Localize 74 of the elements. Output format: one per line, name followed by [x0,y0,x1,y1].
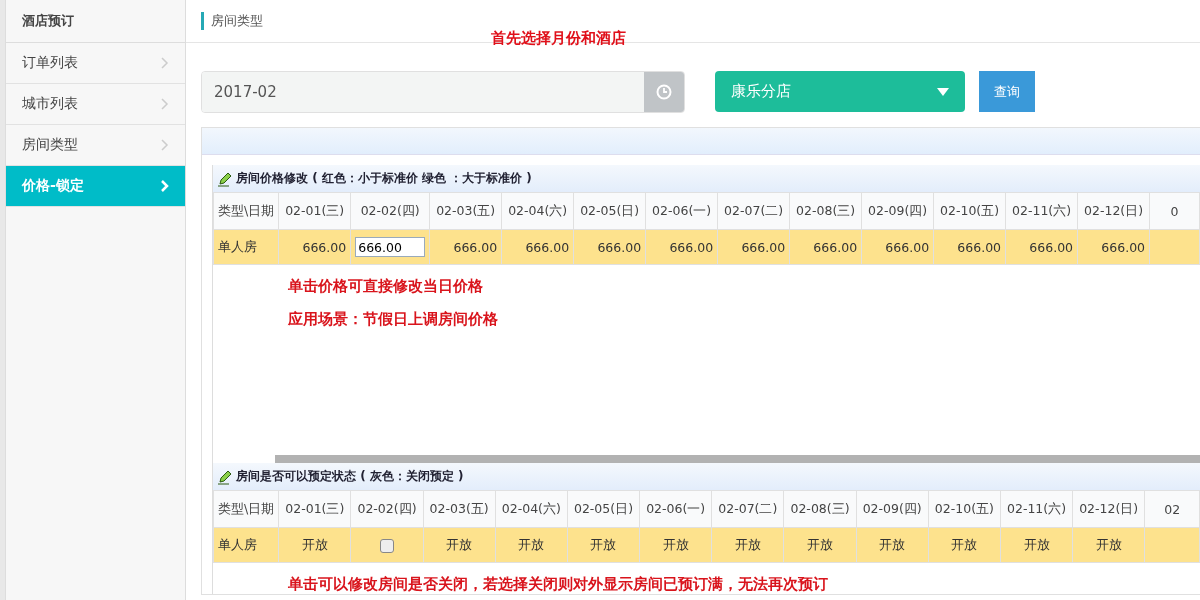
date-header: 02-05(日) [567,490,640,528]
date-header: 02-11(六) [1000,490,1073,528]
caret-icon [937,87,949,96]
price-cell[interactable]: 666.00 [501,229,574,265]
date-header: 02-03(五) [429,192,502,230]
annotation-text: 首先选择月份和酒店 [491,29,626,48]
breadcrumb: 房间类型 [201,12,263,30]
room-type-cell: 单人房 [213,229,279,265]
price-cell[interactable]: 开放 [423,527,496,563]
price-cell[interactable]: 开放 [278,527,351,563]
price-cell[interactable]: 开放 [495,527,568,563]
clock-icon [656,83,672,100]
date-header: 类型\日期 [213,490,279,528]
date-header: 类型\日期 [213,192,279,230]
date-header: 02-06(一) [645,192,718,230]
price-cell[interactable]: 开放 [1000,527,1073,563]
price-cell[interactable]: 666.00 [1077,229,1150,265]
annotation-text: 单击价格可直接修改当日价格 [288,277,484,296]
chevron-icon [161,98,169,110]
date-header: 02-04(六) [495,490,568,528]
price-cell[interactable]: 666.00 [573,229,646,265]
price-cell[interactable]: 666.00 [789,229,862,265]
date-header: 02-07(二) [717,192,790,230]
date-header: 02-04(六) [501,192,574,230]
price-cell[interactable]: 666.00 [861,229,934,265]
month-field[interactable]: 2017-02 [201,70,685,113]
date-header: 02-01(三) [278,490,351,528]
date-header: 02-12(日) [1072,490,1145,528]
price-cell[interactable]: 666.00 [717,229,790,265]
chevron-icon [161,57,169,69]
annotation-text: 单击可以修改房间是否关闭，若选择关闭则对外显示房间已预订满，无法再次预订 [288,575,829,594]
scrollbar[interactable] [275,455,1200,463]
date-header: 02 [1144,490,1200,528]
date-header: 02-02(四) [350,490,424,528]
date-header: 02-11(六) [1005,192,1078,230]
date-header: 02-09(四) [861,192,934,230]
price-cell[interactable]: 开放 [856,527,929,563]
sidebar-item[interactable]: 订单列表 [6,43,185,84]
sidebar-title: 酒店预订 [6,0,185,43]
price-cell[interactable]: 开放 [1072,527,1145,563]
chevron-icon [161,180,169,192]
price-cell[interactable]: 666.00 [645,229,718,265]
price-cell[interactable]: 开放 [711,527,784,563]
date-header: 02-03(五) [423,490,496,528]
price-cell[interactable]: 666.00 [933,229,1006,265]
date-header: 02-10(五) [928,490,1001,528]
date-header: 02-12(日) [1077,192,1150,230]
room-type-cell: 单人房 [213,527,279,563]
date-header: 02-08(三) [789,192,862,230]
date-header: 02-01(三) [278,192,351,230]
date-header: 02-02(四) [350,192,430,230]
price-cell[interactable]: 开放 [928,527,1001,563]
price-cell[interactable]: 开放 [567,527,640,563]
date-header: 0 [1149,192,1200,230]
date-header: 02-07(二) [711,490,784,528]
pencil-icon [217,468,233,485]
price-cell[interactable]: 666.00 [1005,229,1078,265]
date-header: 02-06(一) [639,490,712,528]
annotation-text: 应用场景：节假日上调房间价格 [288,310,499,329]
section-title: 房间是否可以预定状态 ( 灰色：关闭预定 ) [213,463,1200,490]
checkbox[interactable] [379,538,394,553]
price-cell[interactable]: 666.00 [278,229,351,265]
date-header: 02-10(五) [933,192,1006,230]
chevron-icon [161,139,169,151]
date-header: 02-08(三) [783,490,857,528]
pencil-icon [217,170,233,187]
price-input[interactable]: 666.00 [355,237,426,257]
date-header: 02-09(四) [856,490,929,528]
sidebar-item[interactable]: 城市列表 [6,84,185,125]
price-cell[interactable]: 开放 [783,527,857,563]
section-title: 房间价格修改 ( 红色：小于标准价 绿色 ：大于标准价 ) [213,165,1200,192]
price-cell[interactable]: 开放 [639,527,712,563]
date-header: 02-05(日) [573,192,646,230]
price-cell[interactable]: 666.00 [429,229,502,265]
